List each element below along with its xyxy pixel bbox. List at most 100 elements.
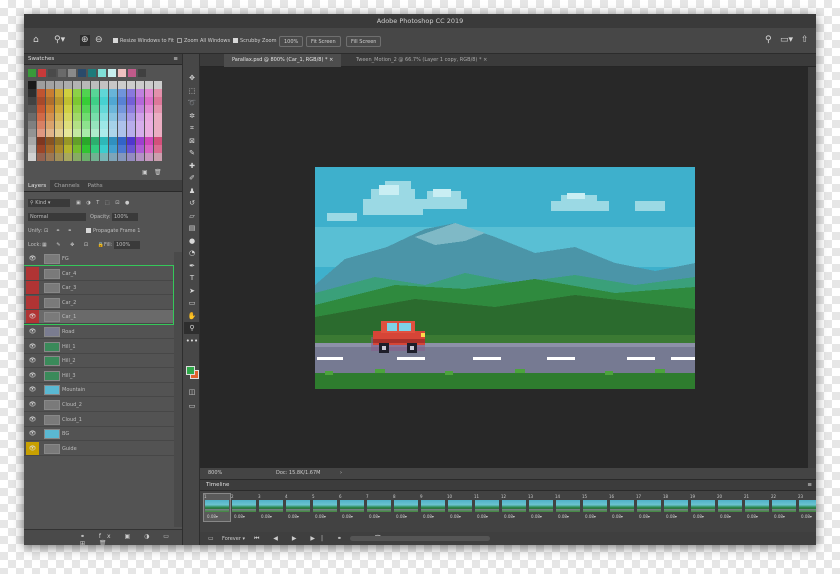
canvas-area[interactable] — [200, 67, 808, 468]
doc-tab-tween[interactable]: Tween_Motion_2 @ 66.7% (Layer 1 copy, RG… — [348, 54, 495, 67]
zoom-readout[interactable]: 800% — [208, 468, 222, 479]
visibility-eye-icon[interactable]: 👁 — [26, 427, 39, 440]
timeline-frame[interactable]: 17 0.08▾ — [636, 494, 662, 521]
layer-row[interactable]: 👁 Guide — [24, 441, 174, 456]
close-icon[interactable]: × — [329, 57, 333, 63]
visibility-eye-icon[interactable]: 👁 — [26, 441, 39, 455]
workspace-icon[interactable]: ▭▾ — [780, 35, 793, 46]
timeline-frame[interactable]: 9 0.08▾ — [420, 494, 446, 521]
frame-delay[interactable]: 0.08▾ — [315, 514, 326, 519]
unify-icons[interactable]: ⊡ ⚭ ⚭ — [44, 225, 75, 237]
resize-windows-checkbox[interactable]: Resize Windows to Fit — [113, 36, 174, 47]
fill-screen-button[interactable]: Fill Screen — [346, 36, 382, 47]
timeline-frame[interactable]: 5 0.08▾ — [312, 494, 338, 521]
swatch-grid[interactable] — [28, 69, 168, 161]
layer-row[interactable]: 👁 Car_1 — [24, 310, 174, 325]
visibility-eye-icon[interactable] — [26, 266, 39, 280]
pixel-art-document[interactable] — [315, 167, 695, 389]
frame-delay[interactable]: 0.08▾ — [207, 514, 218, 519]
frame-delay[interactable]: 0.08▾ — [639, 514, 650, 519]
timeline-frame[interactable]: 12 0.08▾ — [501, 494, 527, 521]
screen-mode-icon[interactable]: ▭ — [184, 400, 200, 412]
frame-delay[interactable]: 0.08▾ — [396, 514, 407, 519]
move-tool-icon[interactable]: ✥ — [184, 72, 200, 84]
frame-delay[interactable]: 0.08▾ — [666, 514, 677, 519]
pen-tool-icon[interactable]: ✒ — [184, 260, 200, 272]
marquee-tool-icon[interactable]: ⬚ — [184, 85, 200, 97]
layer-row[interactable]: 👁 Mountain — [24, 383, 174, 398]
timeline-frame[interactable]: 19 0.08▾ — [690, 494, 716, 521]
lock-icons[interactable]: ▦ ✎ ✥ ⊡ 🔒 — [42, 239, 108, 251]
timeline-frame[interactable]: 14 0.08▾ — [555, 494, 581, 521]
timeline-frame[interactable]: 13 0.08▾ — [528, 494, 554, 521]
timeline-frame[interactable]: 11 0.08▾ — [474, 494, 500, 521]
frame-delay[interactable]: 0.08▾ — [585, 514, 596, 519]
frame-delay[interactable]: 0.08▾ — [369, 514, 380, 519]
healing-brush-icon[interactable]: ✚ — [184, 160, 200, 172]
gradient-tool-icon[interactable]: ▤ — [184, 222, 200, 234]
visibility-eye-icon[interactable]: 👁 — [26, 383, 39, 396]
timeline-frame[interactable]: 20 0.08▾ — [717, 494, 743, 521]
frame-delay[interactable]: 0.08▾ — [504, 514, 515, 519]
blend-mode-select[interactable]: Normal — [28, 213, 86, 221]
fill-input[interactable]: 100% — [114, 241, 140, 249]
timeline-scrollbar[interactable] — [350, 536, 490, 541]
close-icon[interactable]: × — [483, 57, 487, 63]
visibility-eye-icon[interactable]: 👁 — [26, 252, 39, 265]
shape-tool-icon[interactable]: ▭ — [184, 297, 200, 309]
opacity-input[interactable]: 100% — [112, 213, 138, 221]
brush-tool-icon[interactable]: ✐ — [184, 172, 200, 184]
scrubby-zoom-checkbox[interactable]: Scrubby Zoom — [233, 36, 276, 47]
timeline-frame[interactable]: 6 0.08▾ — [339, 494, 365, 521]
frame-tool-icon[interactable]: ⊠ — [184, 135, 200, 147]
layers-scrollbar[interactable] — [174, 252, 182, 527]
timeline-frame[interactable]: 1 0.08▾ — [203, 493, 231, 522]
layer-row[interactable]: 👁 Hill_1 — [24, 340, 174, 354]
layer-row[interactable]: 👁 Hill_3 — [24, 369, 174, 383]
tab-layers[interactable]: Layers — [24, 180, 51, 191]
home-icon[interactable]: ⌂ — [33, 35, 39, 46]
timeline-frame[interactable]: 21 0.08▾ — [744, 494, 770, 521]
doc-tab-parallax[interactable]: Parallax.psd @ 800% (Car_1, RGB/8) * × — [224, 54, 342, 67]
visibility-eye-icon[interactable]: 👁 — [26, 398, 39, 411]
timeline-frame[interactable]: 16 0.08▾ — [609, 494, 635, 521]
visibility-eye-icon[interactable]: 👁 — [26, 340, 39, 353]
frame-delay[interactable]: 0.08▾ — [693, 514, 704, 519]
crop-tool-icon[interactable]: ⌗ — [184, 122, 200, 134]
panel-menu-icon[interactable]: ≡ — [807, 480, 812, 491]
frame-delay[interactable]: 0.08▾ — [477, 514, 488, 519]
tab-paths[interactable]: Paths — [84, 180, 107, 191]
kind-filter-select[interactable]: ⚲ Kind ▾ — [28, 199, 70, 207]
timeline-frame[interactable]: 18 0.08▾ — [663, 494, 689, 521]
eyedropper-icon[interactable]: ✎ — [184, 147, 200, 159]
blur-tool-icon[interactable]: ● — [184, 235, 200, 247]
frame-delay[interactable]: 0.08▾ — [747, 514, 758, 519]
trash-icon[interactable]: 🗑 — [154, 169, 162, 176]
frame-delay[interactable]: 0.08▾ — [450, 514, 461, 519]
timeline-frame[interactable]: 3 0.08▾ — [258, 494, 284, 521]
convert-timeline-icon[interactable]: ▭ — [208, 532, 214, 545]
eraser-icon[interactable]: ▱ — [184, 210, 200, 222]
frame-delay[interactable]: 0.08▾ — [261, 514, 272, 519]
magic-wand-icon[interactable]: ✲ — [184, 110, 200, 122]
visibility-eye-icon[interactable]: 👁 — [26, 413, 39, 426]
timeline-frame[interactable]: 2 0.08▾ — [231, 494, 257, 521]
timeline-frame[interactable]: 4 0.08▾ — [285, 494, 311, 521]
layer-row[interactable]: 👁 Cloud_2 — [24, 398, 174, 412]
new-swatch-icon[interactable]: ▣ — [142, 169, 148, 176]
foreground-color-swatch[interactable] — [186, 366, 195, 375]
zoom-all-windows-checkbox[interactable]: Zoom All Windows — [177, 36, 230, 47]
frame-delay[interactable]: 0.08▾ — [720, 514, 731, 519]
layer-row[interactable]: Car_4 — [24, 266, 174, 281]
tab-channels[interactable]: Channels — [50, 180, 83, 191]
visibility-eye-icon[interactable]: 👁 — [26, 369, 39, 382]
visibility-eye-icon[interactable]: 👁 — [26, 310, 39, 324]
frame-delay[interactable]: 0.08▾ — [288, 514, 299, 519]
panel-menu-icon[interactable]: ≡ — [173, 54, 178, 65]
frame-delay[interactable]: 0.08▾ — [423, 514, 434, 519]
visibility-eye-icon[interactable] — [26, 295, 39, 309]
quick-mask-icon[interactable]: ◫ — [184, 386, 200, 398]
frame-delay[interactable]: 0.08▾ — [531, 514, 542, 519]
canvas-vertical-scrollbar[interactable] — [808, 67, 816, 468]
status-arrow-icon[interactable]: › — [340, 468, 342, 479]
